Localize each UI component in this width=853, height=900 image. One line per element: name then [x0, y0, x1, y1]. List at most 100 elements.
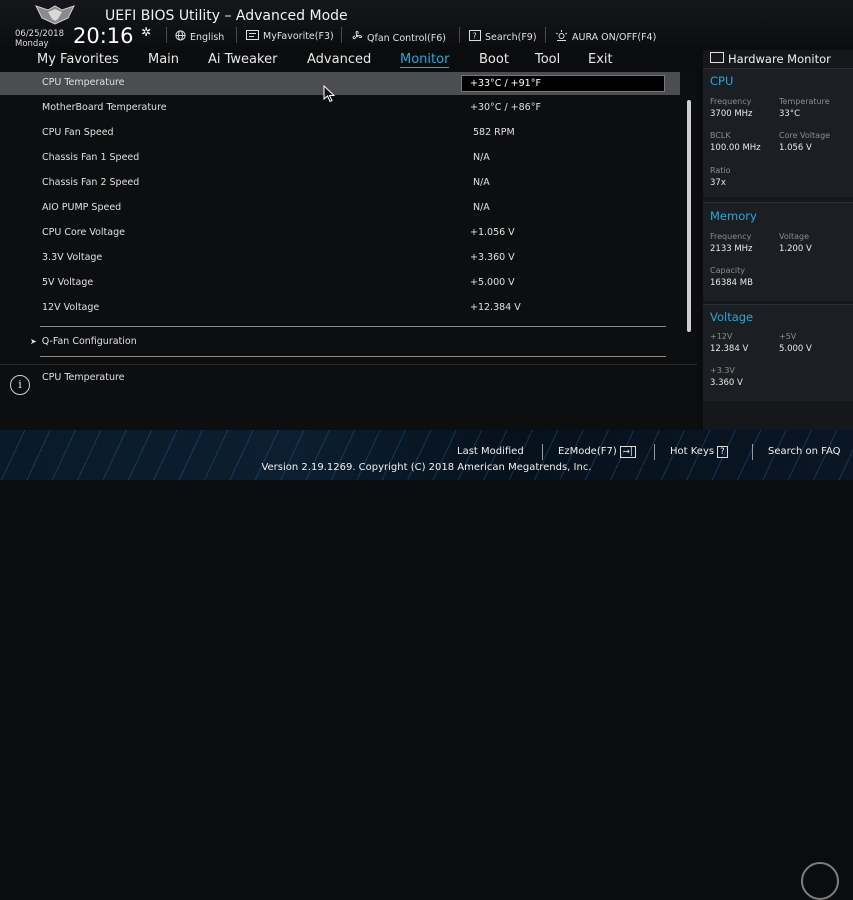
- footer-divider: [542, 444, 543, 460]
- hw-cpu-frequency-label: Frequency: [710, 97, 752, 106]
- top-bar: UEFI BIOS Utility – Advanced Mode 06/25/…: [0, 0, 853, 50]
- hw-33v: 3.360 V: [710, 378, 743, 388]
- svg-text:?: ?: [473, 32, 477, 41]
- row-label: 12V Voltage: [42, 302, 100, 313]
- info-icon: i: [10, 375, 30, 395]
- qfan-control-label: Qfan Control(F6): [367, 33, 446, 44]
- row-value: N/A: [473, 177, 490, 188]
- submenu-q-fan-configuration[interactable]: ➤ Q-Fan Configuration: [30, 336, 137, 347]
- monitor-row-chassis-fan-2-speed[interactable]: Chassis Fan 2 Speed N/A: [0, 172, 680, 195]
- row-label: AIO PUMP Speed: [42, 202, 122, 213]
- clock[interactable]: 20:16: [73, 24, 134, 48]
- search-button[interactable]: ? Search(F9): [469, 30, 537, 44]
- monitor-panel: CPU Temperature +33°C / +91°F MotherBoar…: [0, 72, 697, 364]
- row-value: N/A: [473, 152, 490, 163]
- toolbar-divider: [236, 27, 237, 43]
- version-text: Version 2.19.1269. Copyright (C) 2018 Am…: [261, 462, 592, 473]
- row-value-box: +33°C / +91°F: [461, 75, 665, 92]
- monitor-row-cpu-temperature[interactable]: CPU Temperature +33°C / +91°F: [0, 72, 680, 95]
- hw-5v-label: +5V: [779, 332, 797, 341]
- tab-boot[interactable]: Boot: [479, 52, 509, 67]
- toolbar-divider: [459, 27, 460, 43]
- ezmode-button[interactable]: EzMode(F7) →|: [558, 446, 636, 458]
- divider-line: [40, 326, 666, 327]
- hw-capacity: 16384 MB: [710, 278, 753, 288]
- row-value: +33°C / +91°F: [470, 78, 541, 89]
- hw-memory-heading: Memory: [710, 209, 757, 223]
- row-label: 5V Voltage: [42, 277, 94, 288]
- row-label: CPU Fan Speed: [42, 127, 114, 138]
- monitor-row-cpu-core-voltage[interactable]: CPU Core Voltage +1.056 V: [0, 222, 680, 245]
- qfan-control-button[interactable]: Qfan Control(F6): [351, 30, 446, 45]
- row-label: Chassis Fan 2 Speed: [42, 177, 140, 188]
- tab-ai-tweaker[interactable]: Ai Tweaker: [208, 52, 277, 67]
- toolbar-divider: [166, 27, 167, 43]
- submenu-label: Q-Fan Configuration: [41, 336, 137, 347]
- hw-cpu-heading: CPU: [710, 74, 734, 88]
- fan-icon: [351, 30, 363, 45]
- favorite-icon: [246, 30, 259, 43]
- hw-mem-voltage-label: Voltage: [779, 232, 810, 241]
- tab-tool[interactable]: Tool: [535, 52, 560, 67]
- hw-voltage-heading: Voltage: [710, 310, 754, 324]
- toolbar-divider: [341, 27, 342, 43]
- date-display[interactable]: 06/25/2018 Monday: [15, 29, 64, 49]
- toolbar-divider: [545, 27, 546, 43]
- hw-ratio: 37x: [710, 178, 726, 188]
- aura-toggle-button[interactable]: AURA ON/OFF(F4): [555, 30, 656, 44]
- mouse-cursor-icon: [323, 85, 336, 103]
- hardware-monitor-title-text: Hardware Monitor: [728, 52, 831, 66]
- watermark-logo-icon: [801, 862, 839, 900]
- language-button[interactable]: English: [175, 30, 224, 44]
- monitor-row-motherboard-temperature[interactable]: MotherBoard Temperature +30°C / +86°F: [0, 97, 680, 120]
- hw-mem-frequency-label: Frequency: [710, 232, 752, 241]
- hw-capacity-label: Capacity: [710, 266, 745, 275]
- search-label: Search(F9): [485, 32, 537, 43]
- tab-my-favorites[interactable]: My Favorites: [37, 52, 119, 67]
- monitor-icon: [710, 52, 724, 63]
- ezmode-label: EzMode(F7): [558, 446, 617, 457]
- row-label: CPU Core Voltage: [42, 227, 125, 238]
- row-label: 3.3V Voltage: [42, 252, 103, 263]
- row-value: +5.000 V: [470, 277, 515, 288]
- monitor-row-12v-voltage[interactable]: 12V Voltage +12.384 V: [0, 297, 680, 320]
- help-panel: i CPU Temperature: [0, 364, 697, 431]
- tab-exit[interactable]: Exit: [588, 52, 613, 67]
- aura-icon: [555, 30, 568, 44]
- hot-keys-button[interactable]: Hot Keys?: [670, 446, 728, 458]
- monitor-row-5v-voltage[interactable]: 5V Voltage +5.000 V: [0, 272, 680, 295]
- help-text: CPU Temperature: [42, 372, 125, 383]
- monitor-row-chassis-fan-1-speed[interactable]: Chassis Fan 1 Speed N/A: [0, 147, 680, 170]
- search-on-faq-button[interactable]: Search on FAQ: [768, 446, 841, 457]
- hw-mem-voltage: 1.200 V: [779, 244, 812, 254]
- monitor-row-3v3-voltage[interactable]: 3.3V Voltage +3.360 V: [0, 247, 680, 270]
- tab-advanced[interactable]: Advanced: [307, 52, 371, 67]
- tab-monitor[interactable]: Monitor: [400, 52, 450, 68]
- hw-ratio-label: Ratio: [710, 166, 731, 175]
- exit-arrow-icon: →|: [619, 446, 636, 458]
- hw-bclk: 100.00 MHz: [710, 143, 761, 153]
- row-value: +12.384 V: [470, 302, 521, 313]
- myfavorite-button[interactable]: MyFavorite(F3): [246, 30, 334, 43]
- tab-main[interactable]: Main: [148, 52, 179, 67]
- hw-core-voltage-label: Core Voltage: [779, 131, 831, 140]
- myfavorite-label: MyFavorite(F3): [263, 31, 334, 42]
- gear-icon[interactable]: ✲: [141, 25, 151, 39]
- scrollbar[interactable]: [687, 100, 691, 332]
- monitor-row-cpu-fan-speed[interactable]: CPU Fan Speed 582 RPM: [0, 122, 680, 145]
- row-value: +1.056 V: [470, 227, 515, 238]
- row-label: MotherBoard Temperature: [42, 102, 167, 113]
- day-value: Monday: [15, 39, 49, 49]
- row-value: 582 RPM: [473, 127, 515, 138]
- hw-bclk-label: BCLK: [710, 131, 731, 140]
- monitor-row-aio-pump-speed[interactable]: AIO PUMP Speed N/A: [0, 197, 680, 220]
- hw-33v-label: +3.3V: [710, 366, 735, 375]
- row-value: N/A: [473, 202, 490, 213]
- last-modified-button[interactable]: Last Modified: [457, 446, 524, 457]
- row-label: Chassis Fan 1 Speed: [42, 152, 140, 163]
- search-icon: ?: [469, 30, 481, 44]
- tuf-logo-icon: [35, 5, 75, 25]
- row-value: +3.360 V: [470, 252, 515, 263]
- divider-line: [40, 356, 666, 357]
- hw-core-voltage: 1.056 V: [779, 143, 812, 153]
